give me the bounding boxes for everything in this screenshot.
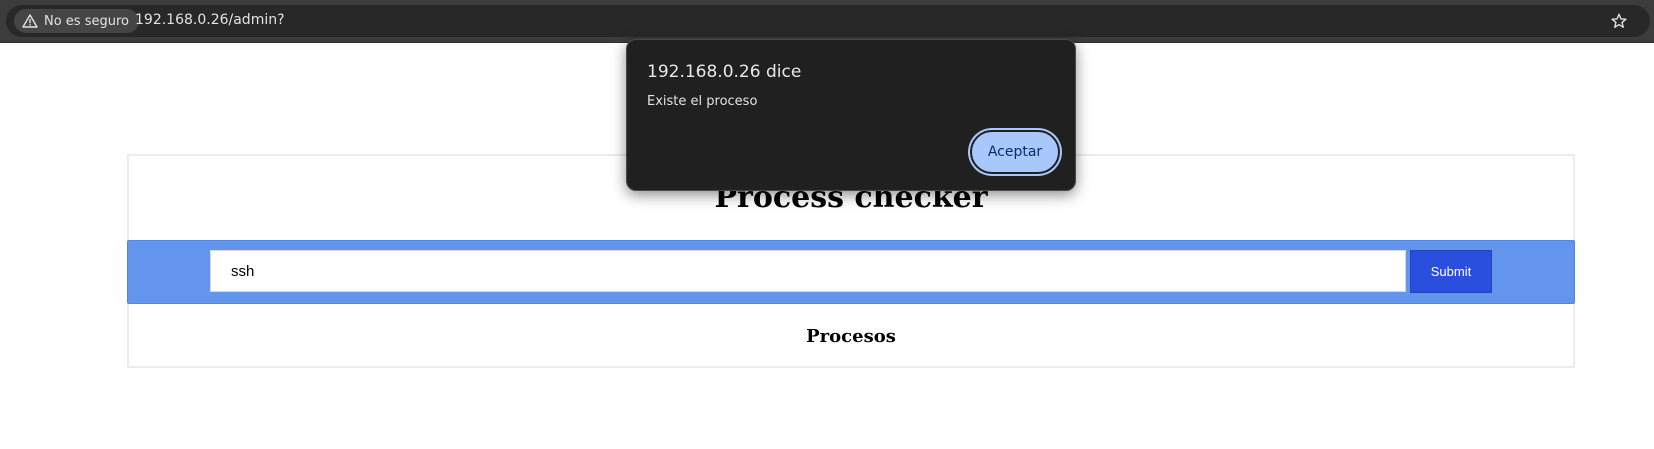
- dialog-title: 192.168.0.26 dice: [647, 62, 802, 82]
- process-search-form: Submit: [127, 240, 1575, 304]
- bookmark-star-icon[interactable]: [1610, 12, 1628, 30]
- submit-button[interactable]: Submit: [1410, 250, 1492, 293]
- security-indicator[interactable]: No es seguro: [14, 9, 139, 33]
- dialog-message: Existe el proceso: [647, 94, 758, 109]
- address-bar[interactable]: No es seguro 192.168.0.26/admin?: [6, 5, 1650, 37]
- browser-toolbar: No es seguro 192.168.0.26/admin?: [0, 0, 1654, 43]
- alert-dialog: 192.168.0.26 dice Existe el proceso Acep…: [626, 39, 1076, 191]
- procesos-heading: Procesos: [806, 326, 896, 347]
- url-text[interactable]: 192.168.0.26/admin?: [135, 12, 285, 28]
- accept-button[interactable]: Aceptar: [970, 130, 1060, 174]
- security-label: No es seguro: [44, 13, 129, 29]
- warning-icon: [22, 14, 38, 28]
- process-input[interactable]: [210, 250, 1406, 292]
